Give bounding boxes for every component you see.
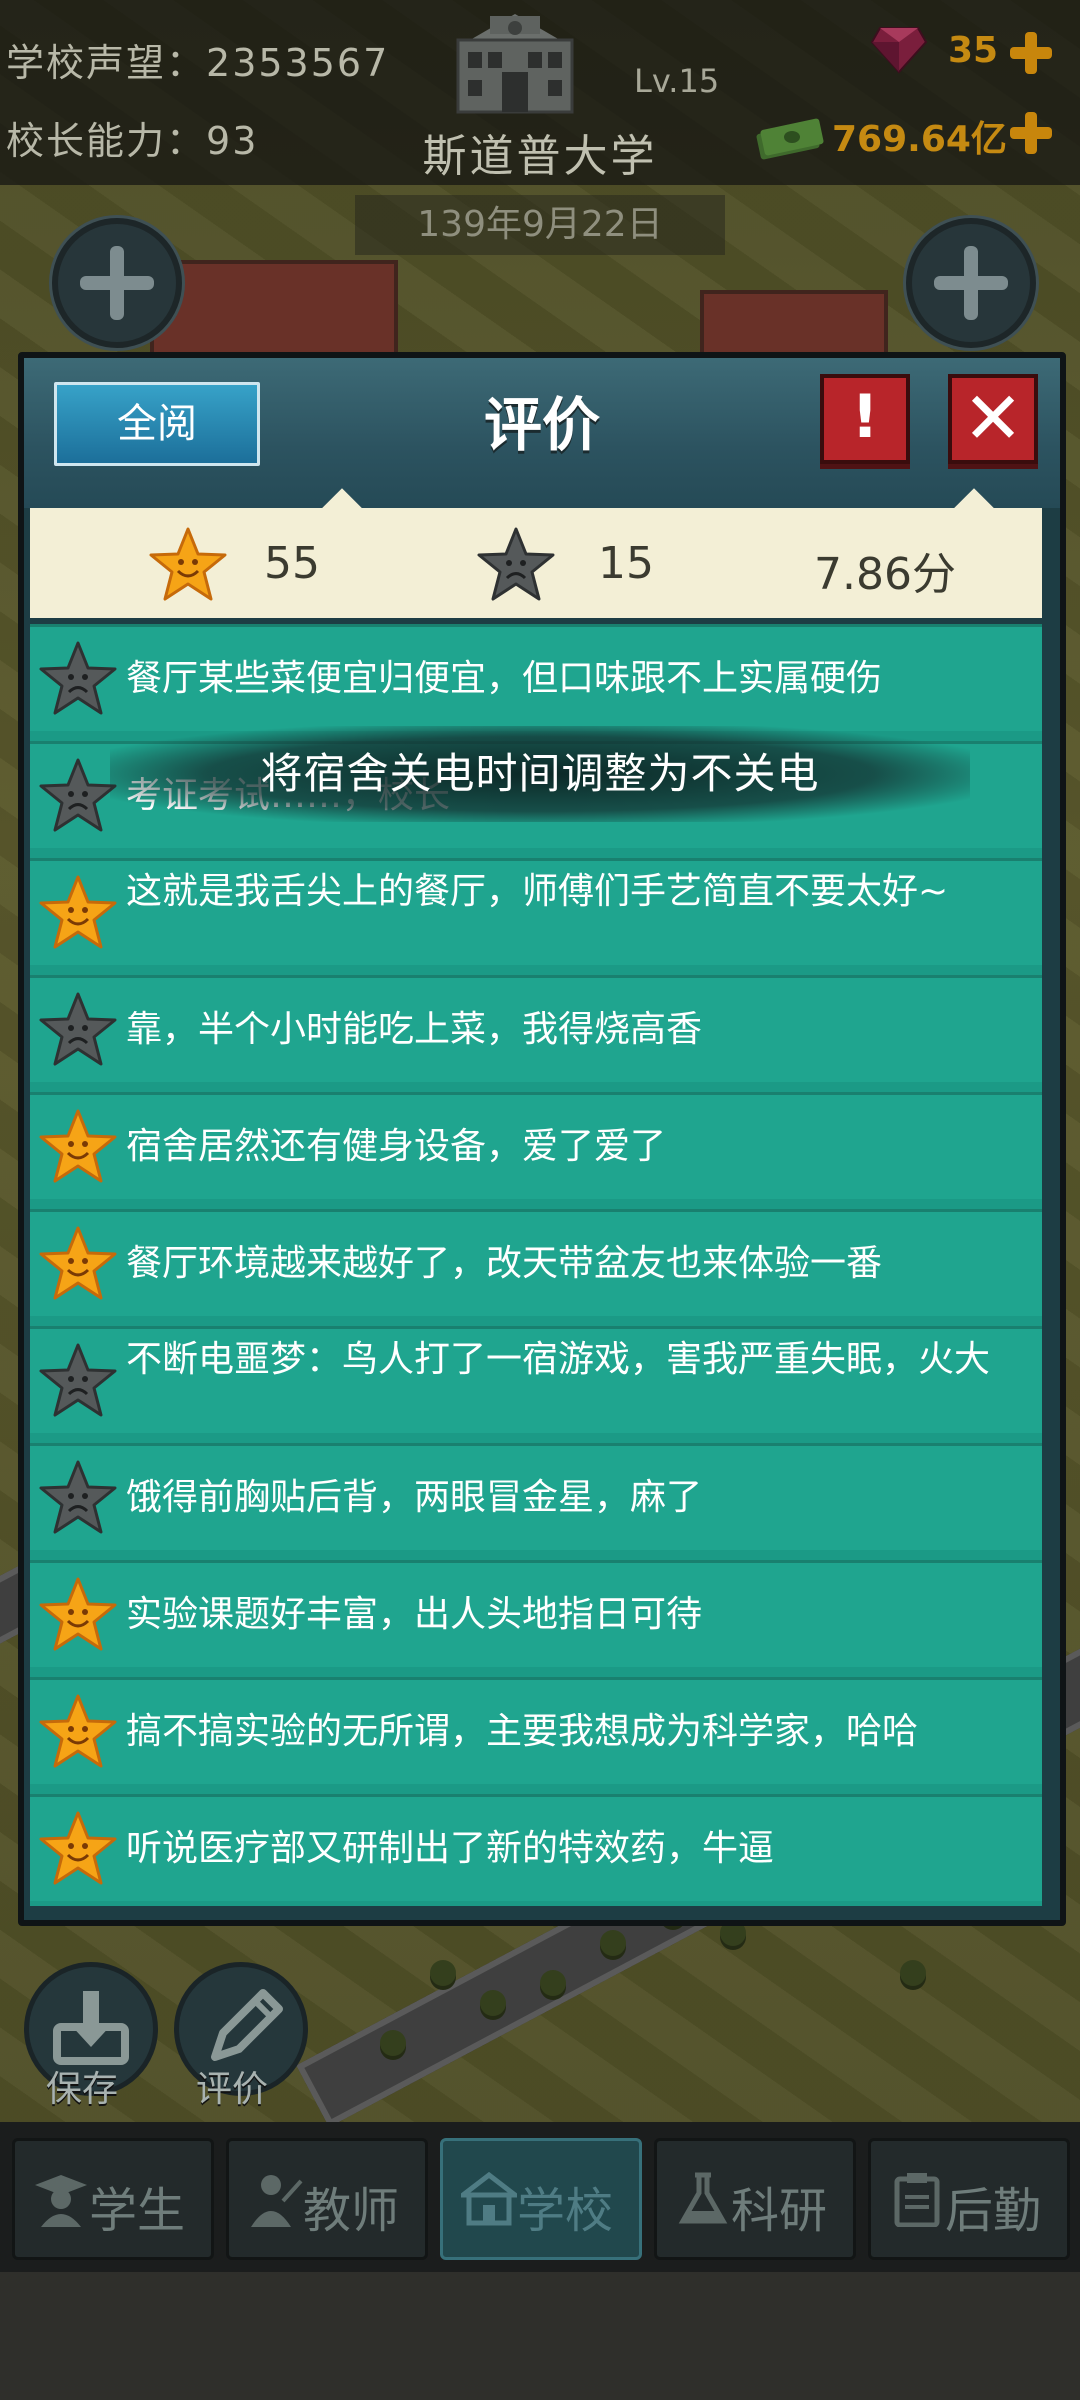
school-level: Lv.15 — [634, 62, 720, 100]
review-row[interactable]: 餐厅某些菜便宜归便宜，但口味跟不上实属硬伤 — [30, 624, 1042, 731]
review-text: 饿得前胸贴后背，两眼冒金星，麻了 — [126, 1477, 703, 1518]
expand-left-button[interactable] — [52, 218, 182, 348]
tab-students[interactable]: 学生 — [12, 2138, 214, 2260]
bad-star-icon — [39, 641, 117, 715]
flask-icon — [678, 2172, 728, 2224]
rating-summary: 55 15 7.86分 — [30, 488, 1042, 618]
tab-research-label: 科研 — [731, 2183, 828, 2239]
exclamation-icon: ! — [851, 382, 879, 452]
principal-ability-stat: 校长能力：93 — [6, 110, 258, 165]
dialog-header: 全阅 评价 ! ✕ — [24, 358, 1060, 508]
bottom-tab-bar: 学生 教师 学校 科研 后勤 — [0, 2122, 1080, 2272]
review-text: 靠，半个小时能吃上菜，我得烧高香 — [126, 1009, 703, 1050]
money-icon — [756, 118, 824, 160]
gem-count: 35 — [948, 30, 999, 71]
review-row[interactable]: 餐厅环境越来越好了，改天带盆友也来体验一番 — [30, 1209, 1042, 1316]
clipboard-icon — [894, 2173, 940, 2227]
review-row[interactable]: 搞不搞实验的无所谓，主要我想成为科学家，哈哈 — [30, 1677, 1042, 1784]
good-star-icon — [39, 1226, 117, 1300]
tab-students-label: 学生 — [89, 2183, 186, 2239]
review-text: 这就是我舌尖上的餐厅，师傅们手艺简直不要太好~ — [126, 871, 949, 912]
review-row[interactable]: 听说医疗部又研制出了新的特效药，牛逼 — [30, 1794, 1042, 1901]
review-label: 评价 — [196, 2069, 269, 2110]
add-gems-button[interactable] — [1008, 30, 1054, 76]
tab-teachers[interactable]: 教师 — [226, 2138, 428, 2260]
tab-logistics[interactable]: 后勤 — [868, 2138, 1070, 2260]
top-hud: 学校声望：2353567 校长能力：93 Lv.15 斯道普大学 35 769.… — [0, 0, 1080, 185]
tab-teachers-label: 教师 — [303, 2183, 400, 2239]
good-star-icon — [39, 1694, 117, 1768]
notification-toast: 将宿舍关电时间调整为不关电 — [110, 726, 970, 822]
review-row[interactable]: 宿舍居然还有健身设备，爱了爱了 — [30, 1092, 1042, 1199]
review-row[interactable]: 实验课题好丰富，出人头地指日可待 — [30, 1560, 1042, 1667]
student-icon — [35, 2175, 87, 2227]
bad-star-icon — [39, 992, 117, 1066]
bad-star-icon — [477, 527, 555, 601]
add-money-button[interactable] — [1008, 110, 1054, 156]
ability-label: 校长能力： — [6, 119, 207, 163]
good-star-icon — [39, 1109, 117, 1183]
close-icon: ✕ — [962, 376, 1024, 460]
good-star-icon — [149, 527, 227, 601]
review-row[interactable]: 这就是我舌尖上的餐厅，师傅们手艺简直不要太好~ — [30, 858, 1042, 965]
school-icon — [461, 2171, 517, 2226]
good-star-icon — [39, 1577, 117, 1651]
tab-logistics-label: 后勤 — [945, 2183, 1042, 2239]
gem-icon — [870, 27, 928, 74]
review-text: 听说医疗部又研制出了新的特效药，牛逼 — [126, 1828, 775, 1869]
review-row[interactable]: 靠，半个小时能吃上菜，我得烧高香 — [30, 975, 1042, 1082]
tab-school-label: 学校 — [517, 2183, 614, 2239]
bad-review-count: 15 — [598, 538, 654, 589]
review-dialog: 全阅 评价 ! ✕ 55 15 7.86分 餐厅某些菜便宜归便宜，但口味跟不上实… — [18, 352, 1066, 1926]
save-label: 保存 — [46, 2069, 119, 2110]
bad-star-icon — [39, 758, 117, 832]
good-review-count: 55 — [264, 538, 320, 589]
teacher-icon — [251, 2175, 303, 2227]
review-row[interactable]: 不断电噩梦：鸟人打了一宿游戏，害我严重失眠，火大 — [30, 1326, 1042, 1433]
close-button[interactable]: ✕ — [948, 374, 1038, 464]
game-date: 139年9月22日 — [355, 195, 725, 255]
ability-value: 93 — [206, 119, 259, 163]
review-text: 实验课题好丰富，出人头地指日可待 — [126, 1594, 703, 1635]
overall-score: 7.86分 — [814, 549, 956, 600]
reputation-label: 学校声望： — [6, 41, 207, 85]
review-text: 不断电噩梦：鸟人打了一宿游戏，害我严重失眠，火大 — [126, 1339, 991, 1380]
review-text: 搞不搞实验的无所谓，主要我想成为科学家，哈哈 — [126, 1711, 919, 1752]
review-text: 宿舍居然还有健身设备，爱了爱了 — [126, 1126, 667, 1167]
reputation-stat: 学校声望：2353567 — [6, 32, 389, 87]
bad-star-icon — [39, 1460, 117, 1534]
money-amount: 769.64亿 — [832, 119, 1007, 160]
school-building-icon[interactable] — [450, 10, 580, 115]
bad-star-icon — [39, 1343, 117, 1417]
reputation-value: 2353567 — [206, 41, 390, 85]
tab-research[interactable]: 科研 — [654, 2138, 856, 2260]
review-text: 餐厅环境越来越好了，改天带盆友也来体验一番 — [126, 1243, 883, 1284]
good-star-icon — [39, 1811, 117, 1885]
good-star-icon — [39, 875, 117, 949]
review-row[interactable]: 饿得前胸贴后背，两眼冒金星，麻了 — [30, 1443, 1042, 1550]
review-text: 餐厅某些菜便宜归便宜，但口味跟不上实属硬伤 — [126, 658, 883, 699]
expand-right-button[interactable] — [906, 218, 1036, 348]
tab-school[interactable]: 学校 — [440, 2138, 642, 2260]
school-name: 斯道普大学 — [422, 131, 658, 182]
report-button[interactable]: ! — [820, 374, 910, 464]
